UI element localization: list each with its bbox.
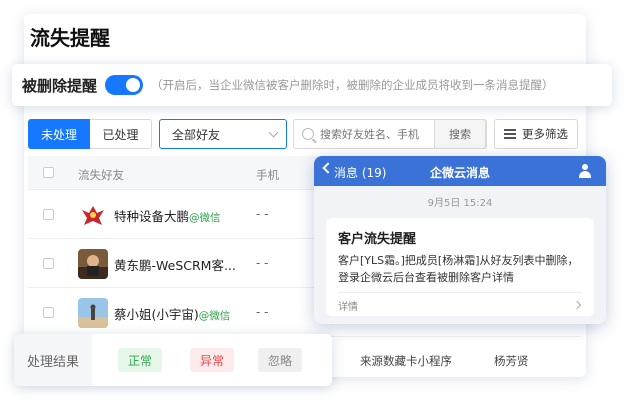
avatar: [78, 200, 108, 230]
divider: [338, 292, 582, 293]
chevron-right-icon: [572, 300, 582, 310]
reminder-toggle[interactable]: [105, 75, 144, 95]
friend-name: 蔡小姐(小宇宙)@微信: [114, 307, 231, 322]
message-card[interactable]: 客户流失提醒 客户[YLS霜。]把成员[杨淋霜]从好友列表中删除，登录企微云后台…: [326, 218, 594, 316]
avatar: [78, 249, 108, 279]
friend-phone: - -: [256, 256, 269, 270]
search-box: 搜索: [293, 119, 487, 149]
friend-phone: - -: [256, 305, 269, 319]
toggle-knob: [126, 78, 141, 92]
delete-reminder-bar: 被删除提醒 （开启后，当企业微信被客户删除时，被删除的企业成员将收到一条消息提醒…: [12, 64, 612, 106]
status-tabs: 未处理 已处理: [28, 119, 152, 149]
message-header: 消息 (19) 企微云消息: [314, 156, 606, 186]
tab-unprocessed[interactable]: 未处理: [28, 119, 90, 149]
wechat-tag: @微信: [189, 212, 221, 224]
friend-phone: - -: [256, 207, 269, 221]
more-filter-label: 更多筛选: [522, 127, 568, 141]
result-bar: 处理结果 正常 异常 忽略: [14, 334, 332, 386]
row-checkbox[interactable]: [43, 258, 54, 269]
select-all-checkbox[interactable]: [43, 167, 54, 178]
friend-name: 黄东鹏-WeSCRM客...: [114, 258, 236, 273]
message-time: 9月5日 15:24: [427, 198, 493, 209]
row-checkbox[interactable]: [43, 209, 54, 220]
owner-cell: 杨芳贤: [494, 354, 529, 368]
row-checkbox[interactable]: [43, 307, 54, 318]
chevron-down-icon: [268, 127, 279, 138]
tag-ignore[interactable]: 忽略: [258, 348, 303, 372]
result-label: 处理结果: [14, 334, 92, 386]
more-filter-button[interactable]: 更多筛选: [494, 119, 578, 149]
page-title: 流失提醒: [30, 26, 110, 50]
sliders-icon: [504, 129, 516, 139]
friend-name: 特种设备大鹏@微信: [114, 209, 221, 224]
message-text: 客户[YLS霜。]把成员[杨淋霜]从好友列表中删除，登录企微云后台查看被删除客户…: [338, 254, 579, 284]
person-icon[interactable]: [578, 164, 592, 178]
search-button[interactable]: 搜索: [434, 119, 486, 149]
source-cell: 来源数藏卡小程序: [360, 354, 452, 368]
details-link[interactable]: 详情: [338, 298, 358, 313]
search-icon: [302, 128, 314, 140]
search-input[interactable]: [320, 127, 438, 141]
message-title: 客户流失提醒: [338, 232, 417, 247]
reminder-label: 被删除提醒: [22, 76, 98, 95]
message-preview: 消息 (19) 企微云消息 9月5日 15:24 客户流失提醒 客户[YLS霜。…: [314, 156, 606, 324]
wechat-tag: @微信: [198, 310, 231, 322]
tag-normal[interactable]: 正常: [118, 348, 163, 372]
avatar: [78, 298, 108, 328]
column-friend: 流失好友: [78, 168, 124, 182]
reminder-hint: （开启后，当企业微信被客户删除时，被删除的企业成员将收到一条消息提醒）: [151, 78, 554, 92]
column-phone: 手机: [256, 168, 279, 182]
tag-abnormal[interactable]: 异常: [190, 348, 235, 372]
select-value: 全部好友: [172, 127, 221, 142]
friend-filter-select[interactable]: 全部好友: [159, 119, 287, 149]
tab-processed[interactable]: 已处理: [90, 119, 152, 149]
message-body: 9月5日 15:24 客户流失提醒 客户[YLS霜。]把成员[杨淋霜]从好友列表…: [314, 186, 606, 324]
message-app-title: 企微云消息: [429, 166, 490, 180]
